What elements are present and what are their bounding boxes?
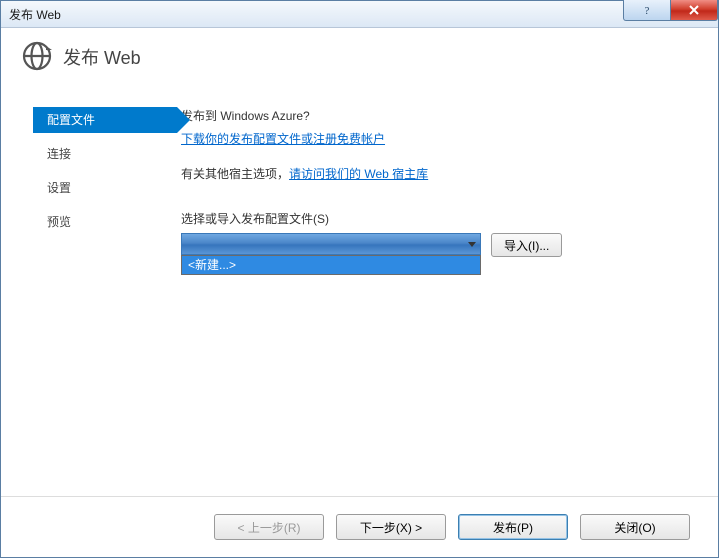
other-hosts-text: 有关其他宿主选项，	[181, 167, 289, 181]
chevron-down-icon	[468, 242, 476, 247]
combo-option-new[interactable]: <新建...>	[182, 256, 480, 274]
sidebar-item-label: 设置	[47, 181, 71, 195]
sidebar-item-profile[interactable]: 配置文件	[33, 107, 177, 133]
help-button[interactable]: ?	[623, 0, 671, 21]
help-icon: ?	[641, 4, 653, 16]
sidebar-item-preview[interactable]: 预览	[33, 209, 181, 235]
titlebar: 发布 Web ?	[1, 1, 718, 28]
publish-button[interactable]: 发布(P)	[458, 514, 568, 540]
profile-select-label: 选择或导入发布配置文件(S)	[181, 210, 678, 227]
page-title: 发布 Web	[63, 44, 141, 70]
close-button[interactable]	[671, 0, 718, 21]
globe-icon	[21, 40, 53, 75]
sidebar-item-settings[interactable]: 设置	[33, 175, 181, 201]
window-buttons: ?	[623, 1, 718, 27]
main: 发布到 Windows Azure? 下载你的发布配置文件或注册免费帐户 有关其…	[181, 85, 718, 497]
publish-web-dialog: 发布 Web ? 发布 Web	[0, 0, 719, 558]
azure-heading: 发布到 Windows Azure?	[181, 107, 678, 124]
sidebar-item-label: 预览	[47, 215, 71, 229]
prev-button: < 上一步(R)	[214, 514, 324, 540]
close-icon	[688, 4, 700, 16]
next-button[interactable]: 下一步(X) >	[336, 514, 446, 540]
sidebar-item-label: 配置文件	[47, 113, 95, 127]
close-dialog-button[interactable]: 关闭(O)	[580, 514, 690, 540]
download-profile-link[interactable]: 下载你的发布配置文件或注册免费帐户	[181, 132, 385, 146]
footer: < 上一步(R) 下一步(X) > 发布(P) 关闭(O)	[1, 496, 718, 557]
profile-combo-list: <新建...>	[181, 255, 481, 275]
window-title: 发布 Web	[9, 6, 61, 23]
profile-combo-box[interactable]	[181, 233, 481, 255]
sidebar-item-label: 连接	[47, 147, 71, 161]
import-button[interactable]: 导入(I)...	[491, 233, 562, 257]
body: 配置文件 连接 设置 预览 发布到 Windows Azure? 下载你的发布配…	[1, 85, 718, 497]
web-hosts-link[interactable]: 请访问我们的 Web 宿主库	[289, 167, 428, 181]
header: 发布 Web	[1, 28, 718, 86]
sidebar-item-connection[interactable]: 连接	[33, 141, 181, 167]
svg-text:?: ?	[645, 5, 650, 16]
sidebar: 配置文件 连接 设置 预览	[1, 85, 181, 497]
profile-combo[interactable]: <新建...>	[181, 233, 481, 255]
